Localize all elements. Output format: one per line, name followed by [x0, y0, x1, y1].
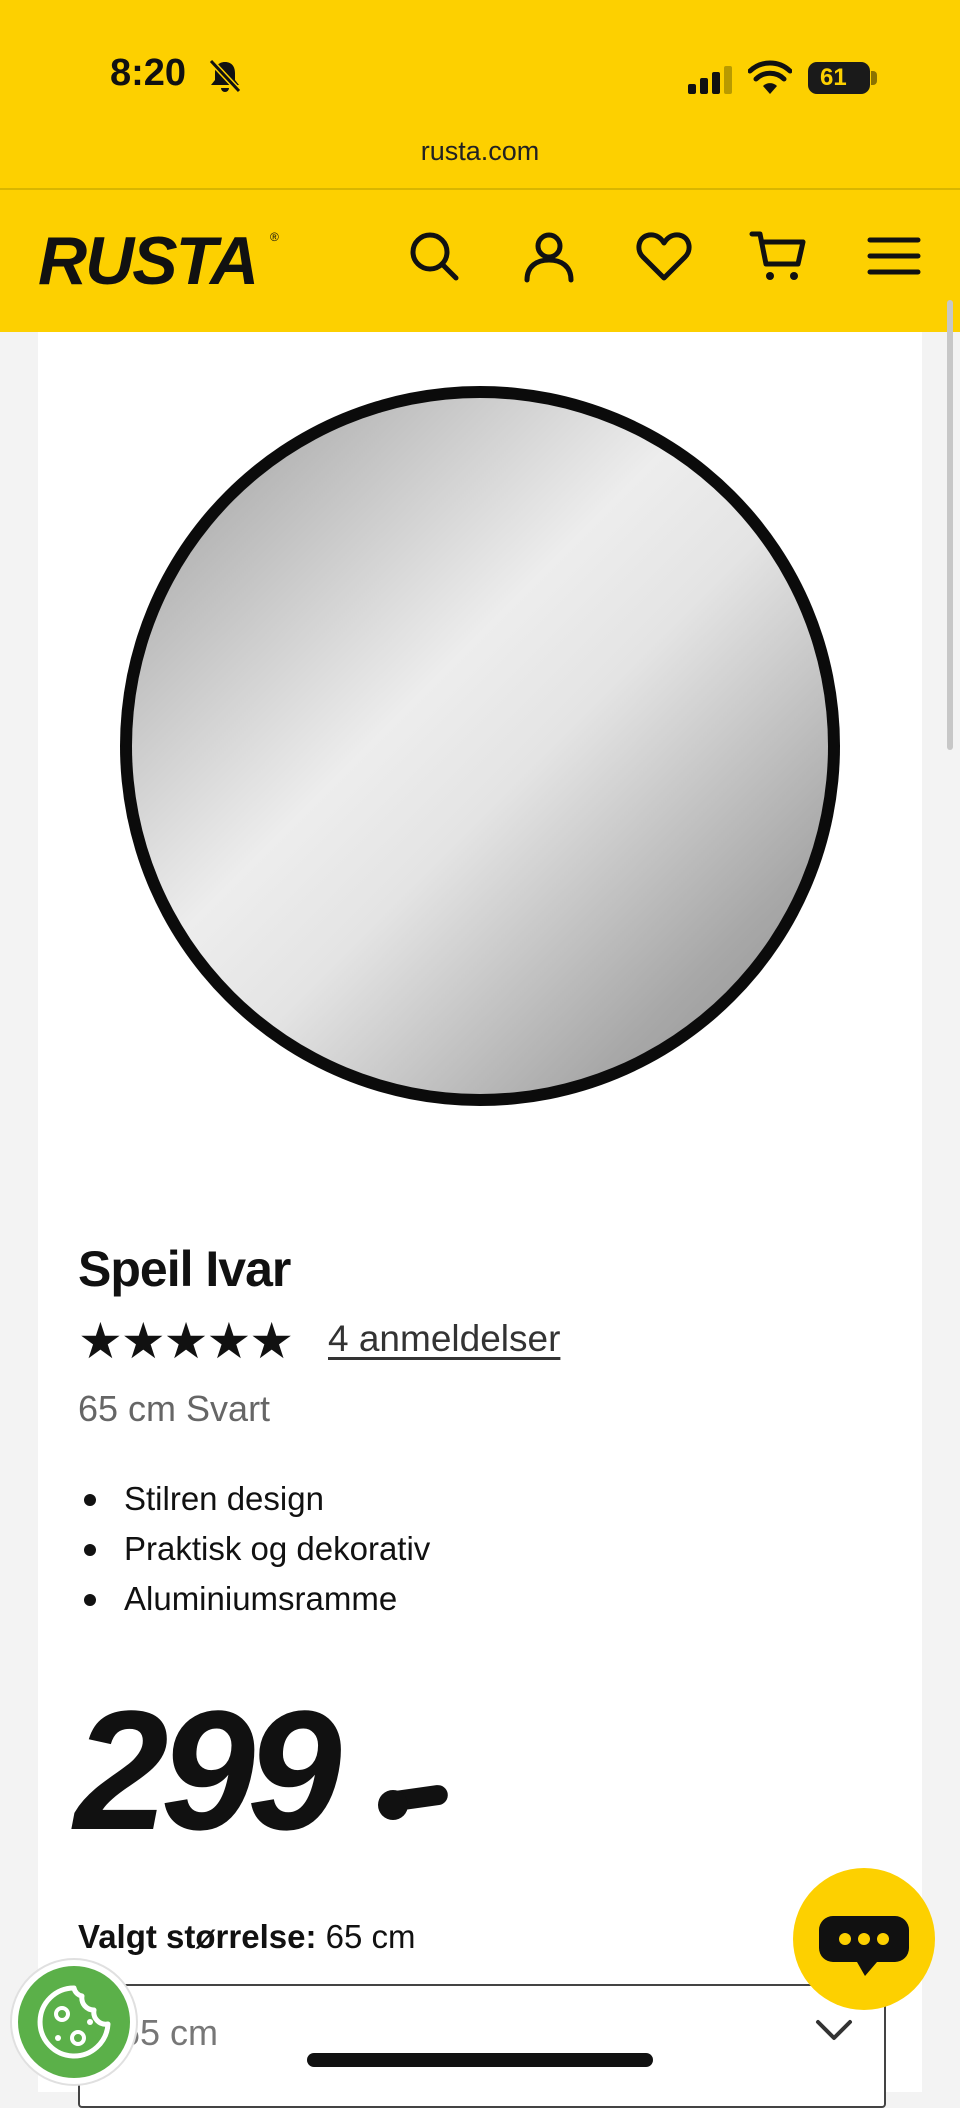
size-dropdown[interactable]: 65 cm [78, 1984, 886, 2108]
registered-mark: ® [270, 230, 279, 244]
product-variant: 65 cm Svart [78, 1388, 271, 1429]
feature-item: Aluminiumsramme [78, 1574, 430, 1624]
rusta-logo[interactable]: RUSTA [38, 222, 259, 300]
search-icon[interactable] [404, 226, 464, 286]
cookie-icon [37, 1985, 111, 2059]
feature-item: Praktisk og dekorativ [78, 1524, 430, 1574]
battery-cap [871, 71, 877, 85]
product-price: 299 [74, 1676, 342, 1866]
chat-bubble-icon [819, 1916, 909, 1976]
size-label-value: 65 cm [325, 1918, 416, 1955]
status-bar: 8:20 61 rusta.com [0, 0, 960, 166]
cart-icon[interactable] [748, 226, 808, 286]
browser-url[interactable]: rusta.com [0, 136, 960, 167]
scrollbar[interactable] [947, 300, 953, 750]
bell-slash-icon [208, 58, 242, 94]
chevron-down-icon [816, 2020, 852, 2040]
wifi-icon [748, 60, 792, 94]
battery-indicator: 61 [808, 62, 870, 94]
account-icon[interactable] [519, 226, 579, 286]
heart-icon[interactable] [634, 226, 694, 286]
size-label-text: Valgt størrelse: [78, 1918, 317, 1955]
reviews-link[interactable]: 4 anmeldelser [328, 1318, 560, 1360]
product-image[interactable] [112, 380, 848, 1116]
price-dot [378, 1790, 408, 1820]
rating-stars: ★★★★★ [78, 1313, 294, 1369]
status-time: 8:20 [110, 52, 187, 94]
cookie-settings-button[interactable] [12, 1960, 136, 2084]
size-label: Valgt størrelse: 65 cm [78, 1918, 415, 1956]
feature-item: Stilren design [78, 1474, 430, 1524]
chat-button[interactable] [793, 1868, 935, 2010]
menu-icon[interactable] [864, 226, 924, 286]
site-header: RUSTA ® [0, 190, 960, 332]
home-indicator [307, 2053, 653, 2067]
cellular-signal-icon [688, 66, 732, 94]
feature-list: Stilren design Praktisk og dekorativ Alu… [78, 1474, 430, 1624]
product-title: Speil Ivar [78, 1241, 291, 1297]
